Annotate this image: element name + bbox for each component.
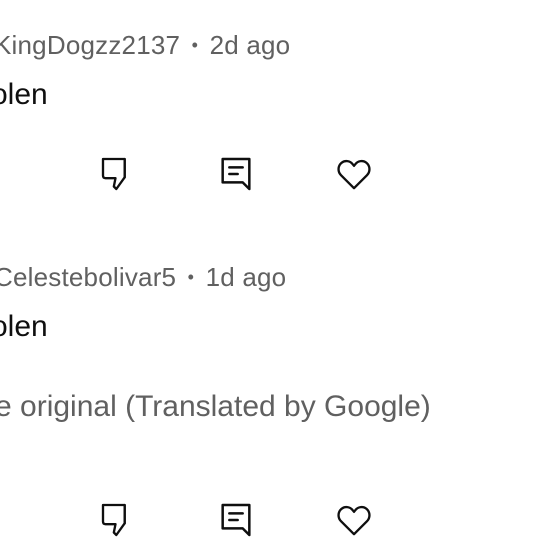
comment-meta: KingDogzz2137 • 2d ago: [0, 30, 290, 61]
comment-text: olen: [0, 310, 48, 343]
comment-meta: Celestebolivar5 • 1d ago: [0, 262, 286, 293]
comment-author[interactable]: KingDogzz2137: [0, 30, 180, 60]
heart-button[interactable]: [330, 496, 378, 544]
comment-time: 1d ago: [205, 262, 287, 292]
dislike-icon: [101, 157, 126, 191]
dislike-button[interactable]: [94, 496, 142, 544]
comment-text: olen: [0, 78, 48, 111]
comment-item: Celestebolivar5 • 1d ago olen e original…: [0, 240, 560, 560]
dislike-button[interactable]: [94, 150, 142, 198]
reply-icon: [221, 157, 251, 191]
comment-author[interactable]: Celestebolivar5: [0, 262, 176, 292]
heart-icon: [337, 159, 371, 190]
meta-separator: •: [191, 35, 199, 55]
comment-item: KingDogzz2137 • 2d ago olen: [0, 0, 560, 220]
reply-button[interactable]: [212, 496, 260, 544]
comment-time: 2d ago: [209, 30, 291, 60]
heart-icon: [337, 505, 371, 536]
meta-separator: •: [187, 267, 195, 287]
heart-button[interactable]: [330, 150, 378, 198]
translation-toggle[interactable]: e original (Translated by Google): [0, 390, 431, 424]
reply-button[interactable]: [212, 150, 260, 198]
dislike-icon: [101, 503, 126, 537]
reply-icon: [221, 503, 251, 537]
